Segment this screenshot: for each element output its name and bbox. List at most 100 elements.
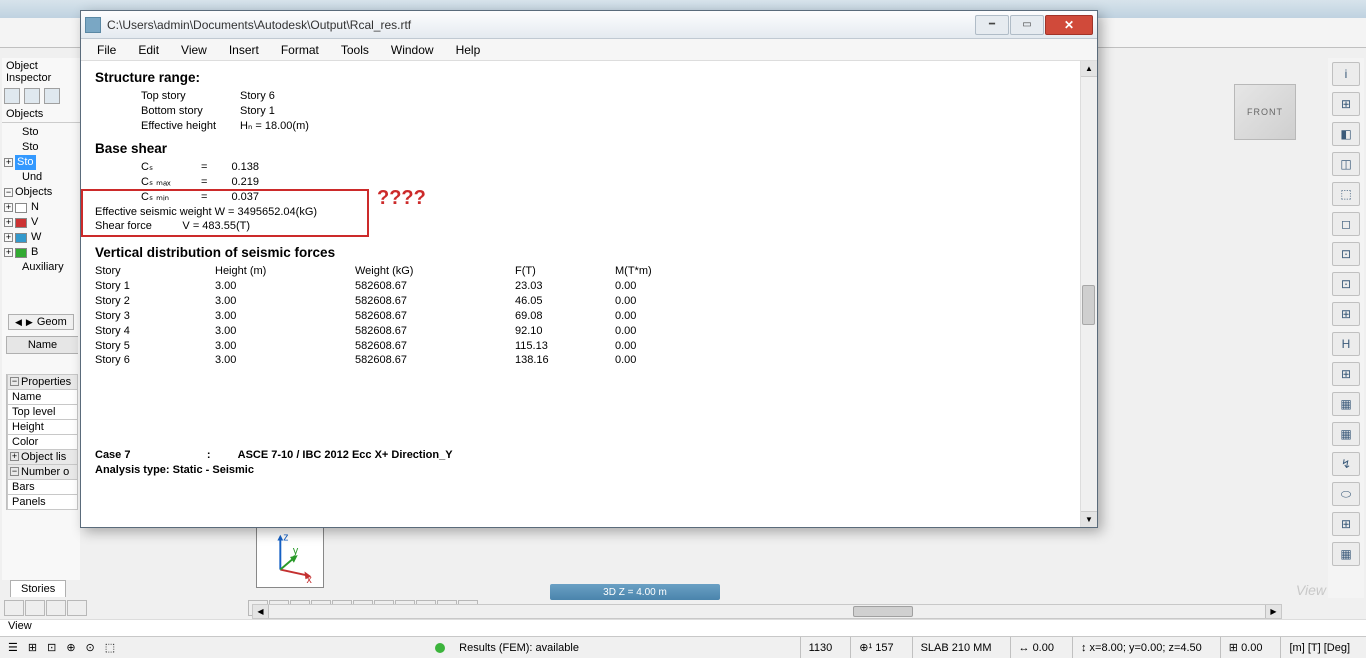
prop-row[interactable]: Object lis: [21, 451, 66, 463]
svg-text:x: x: [306, 574, 312, 586]
collapse-icon[interactable]: −: [4, 188, 13, 197]
title-bar[interactable]: C:\Users\admin\Documents\Autodesk\Output…: [81, 11, 1097, 39]
right-tool-6[interactable]: ⊡: [1332, 242, 1360, 266]
expand-icon[interactable]: +: [4, 218, 13, 227]
right-tool-8[interactable]: ⊞: [1332, 302, 1360, 326]
col-header: Story: [95, 264, 215, 279]
object-tree[interactable]: Sto Sto +Sto Und −Objects +N +V +W +B Au…: [2, 123, 80, 277]
number-header[interactable]: Number o: [21, 466, 69, 478]
toggle-icon[interactable]: ⬚: [105, 641, 115, 654]
properties-header[interactable]: Properties: [21, 376, 71, 388]
stories-tab[interactable]: Stories: [10, 580, 66, 597]
right-tool-5[interactable]: ◻: [1332, 212, 1360, 236]
geometry-tab[interactable]: ◀▶ Geom: [8, 314, 74, 330]
status-dim1: 1130: [809, 642, 833, 654]
expand-icon[interactable]: +: [4, 203, 13, 212]
toggle-icon[interactable]: ⊞: [28, 641, 37, 654]
expand-icon[interactable]: +: [4, 233, 13, 242]
horizontal-scrollbar[interactable]: ◀ ▶: [252, 604, 1282, 619]
table-row: Story 63.00582608.67138.160.00: [95, 353, 695, 368]
scroll-up-icon[interactable]: ▲: [1081, 61, 1097, 77]
vertical-scrollbar[interactable]: ▲ ▼: [1080, 61, 1097, 527]
status-strip-1: View: [0, 619, 1366, 636]
expand-icon[interactable]: +: [4, 248, 13, 257]
menu-help[interactable]: Help: [446, 41, 491, 59]
toggle-icon[interactable]: ⊡: [47, 641, 56, 654]
right-tool-2[interactable]: ◧: [1332, 122, 1360, 146]
maximize-button[interactable]: ▭: [1010, 15, 1044, 35]
close-button[interactable]: ✕: [1045, 15, 1093, 35]
right-tool-14[interactable]: ⬭: [1332, 482, 1360, 506]
prop-row[interactable]: Panels: [7, 495, 78, 510]
prop-row[interactable]: Height: [7, 420, 78, 435]
cell: 138.16: [515, 353, 615, 368]
window-title: C:\Users\admin\Documents\Autodesk\Output…: [107, 18, 975, 32]
right-tool-12[interactable]: ▦: [1332, 422, 1360, 446]
cell: Story 1: [95, 279, 215, 294]
right-tool-1[interactable]: ⊞: [1332, 92, 1360, 116]
col-header: Weight (kG): [355, 264, 515, 279]
right-tool-4[interactable]: ⬚: [1332, 182, 1360, 206]
toggle-icon[interactable]: ☰: [8, 641, 18, 654]
cell: 582608.67: [355, 353, 515, 368]
right-tool-7[interactable]: ⊡: [1332, 272, 1360, 296]
search-icon[interactable]: [44, 88, 60, 104]
expand-icon[interactable]: +: [4, 158, 13, 167]
right-tool-16[interactable]: ▦: [1332, 542, 1360, 566]
menu-file[interactable]: File: [87, 41, 126, 59]
prop-row[interactable]: Name: [7, 390, 78, 405]
viewcube[interactable]: FRONT: [1234, 84, 1296, 140]
grid-icon: ⊞: [1229, 641, 1238, 654]
cell: 0.00: [615, 324, 695, 339]
tool-icon[interactable]: [46, 600, 66, 616]
value: 0.138: [231, 160, 283, 175]
seismic-forces-table: StoryHeight (m)Weight (kG)F(T)M(T*m) Sto…: [95, 264, 695, 368]
right-tool-10[interactable]: ⊞: [1332, 362, 1360, 386]
minimize-button[interactable]: ━: [975, 15, 1009, 35]
menu-format[interactable]: Format: [271, 41, 329, 59]
tree-item-label: W: [31, 230, 41, 245]
prop-row[interactable]: Top level: [7, 405, 78, 420]
status-coords: x=8.00; y=0.00; z=4.50: [1090, 642, 1202, 654]
right-tool-3[interactable]: ◫: [1332, 152, 1360, 176]
tree-item-label: Auxiliary: [22, 260, 64, 275]
bottom-toolbar-left: [4, 600, 244, 618]
coordinate-axes: z x y: [256, 526, 324, 588]
cell: 0.00: [615, 353, 695, 368]
status-results: Results (FEM): available: [459, 642, 579, 654]
prop-row[interactable]: Color: [7, 435, 78, 450]
tool-icon[interactable]: [25, 600, 45, 616]
menu-insert[interactable]: Insert: [219, 41, 269, 59]
tool-icon[interactable]: [67, 600, 87, 616]
filter-icon[interactable]: [4, 88, 20, 104]
toggle-icon[interactable]: ⊙: [86, 641, 95, 654]
vert-dist-header: Vertical distribution of seismic forces: [95, 244, 1066, 262]
cell: 0.00: [615, 279, 695, 294]
scroll-left-icon[interactable]: ◀: [253, 605, 269, 618]
tool-icon[interactable]: [4, 600, 24, 616]
scroll-thumb[interactable]: [1082, 285, 1095, 325]
funnel-icon[interactable]: [24, 88, 40, 104]
scroll-right-icon[interactable]: ▶: [1265, 605, 1281, 618]
right-tool-9[interactable]: H: [1332, 332, 1360, 356]
right-tool-15[interactable]: ⊞: [1332, 512, 1360, 536]
cell: Story 2: [95, 294, 215, 309]
toggle-icon[interactable]: ⊕: [66, 641, 75, 654]
right-tool-11[interactable]: ▦: [1332, 392, 1360, 416]
menu-edit[interactable]: Edit: [128, 41, 169, 59]
right-tool-13[interactable]: ↯: [1332, 452, 1360, 476]
menu-view[interactable]: View: [171, 41, 217, 59]
scroll-down-icon[interactable]: ▼: [1081, 511, 1097, 527]
value: Story 6: [240, 89, 333, 104]
tree-item-selected[interactable]: Sto: [15, 155, 36, 170]
prop-row[interactable]: Bars: [7, 480, 78, 495]
scroll-thumb[interactable]: [853, 606, 913, 617]
menu-tools[interactable]: Tools: [331, 41, 379, 59]
label: Cₛ ₘₐₓ: [141, 175, 201, 190]
value: Hₙ = 18.00(m): [240, 119, 333, 134]
value: 0.219: [231, 175, 283, 190]
col-header: Height (m): [215, 264, 355, 279]
right-tool-0[interactable]: i: [1332, 62, 1360, 86]
menu-window[interactable]: Window: [381, 41, 444, 59]
app-icon: [85, 17, 101, 33]
